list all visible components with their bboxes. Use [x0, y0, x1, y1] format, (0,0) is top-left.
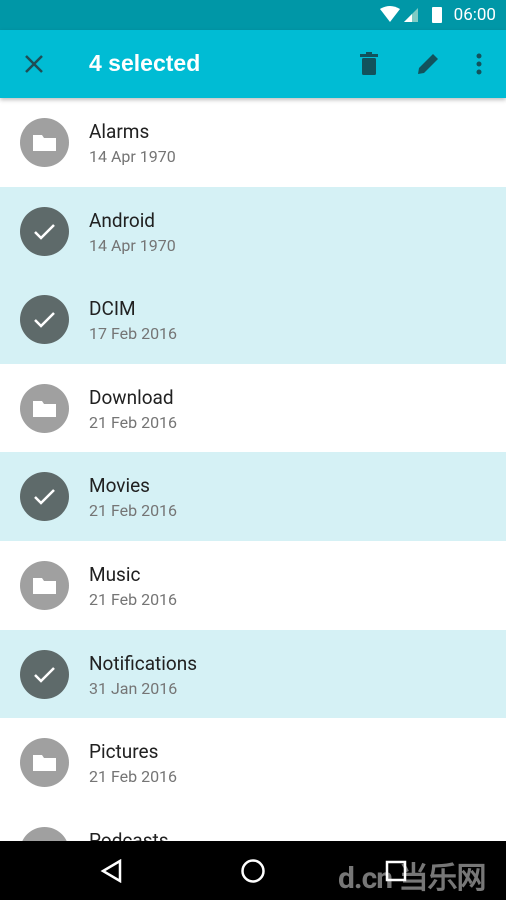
item-name: Notifications	[89, 651, 198, 675]
item-name: DCIM	[89, 297, 136, 321]
back-icon[interactable]	[100, 859, 124, 883]
item-name: Download	[89, 385, 174, 409]
folder-icon	[33, 400, 56, 417]
item-date: 21 Feb 2016	[89, 767, 178, 787]
edit-icon[interactable]	[416, 52, 440, 76]
page-title: 4 selected	[89, 50, 201, 76]
item-avatar[interactable]	[20, 118, 69, 167]
selection-app-bar: 4 selected	[0, 30, 506, 98]
delete-icon[interactable]	[359, 52, 379, 76]
item-name: Alarms	[89, 120, 150, 143]
item-avatar[interactable]	[20, 383, 69, 433]
check-icon	[34, 312, 55, 328]
clock: 06:00	[453, 5, 496, 25]
item-name: Android	[89, 208, 156, 232]
folder-icon	[33, 577, 56, 594]
item-avatar[interactable]	[20, 472, 69, 522]
navigation-bar: d.cn 当乐网	[0, 841, 506, 900]
watermark-logo: d.cn 当乐网	[338, 861, 486, 896]
more-vert-icon[interactable]	[474, 52, 484, 76]
check-icon	[34, 223, 55, 240]
folder-icon	[33, 755, 56, 772]
recents-icon[interactable]	[385, 860, 407, 882]
check-icon	[34, 489, 55, 506]
list-item[interactable]: Download 21 Feb 2016	[0, 364, 506, 453]
battery-icon	[432, 7, 442, 23]
item-date: 14 Apr 1970	[89, 147, 176, 166]
item-date: 21 Feb 2016	[89, 501, 178, 521]
item-avatar[interactable]	[20, 206, 69, 256]
list-item[interactable]: Music 21 Feb 2016	[0, 541, 506, 630]
home-icon[interactable]	[240, 858, 266, 884]
item-date: 21 Feb 2016	[89, 589, 178, 609]
item-date: 14 Apr 1970	[89, 235, 176, 255]
folder-icon	[33, 135, 56, 151]
item-date: 21 Feb 2016	[89, 412, 178, 432]
item-avatar[interactable]	[20, 738, 69, 788]
item-avatar[interactable]	[20, 560, 69, 610]
check-icon	[34, 666, 55, 683]
list-item[interactable]: DCIM 17 Feb 2016	[0, 275, 506, 364]
close-icon[interactable]	[24, 54, 44, 74]
status-bar: 06:00	[0, 0, 506, 30]
list-item[interactable]: Android 14 Apr 1970	[0, 186, 506, 276]
item-avatar[interactable]	[20, 649, 69, 699]
list-item[interactable]: Alarms 14 Apr 1970	[0, 98, 506, 187]
list-item[interactable]: Movies 21 Feb 2016	[0, 452, 506, 541]
list-item[interactable]: Notifications 31 Jan 2016	[0, 629, 506, 719]
item-name: Music	[89, 562, 141, 586]
status-icons	[380, 6, 442, 23]
item-avatar[interactable]	[20, 295, 69, 345]
wifi-icon	[380, 6, 400, 22]
item-name: Pictures	[89, 740, 159, 764]
folder-list: Alarms 14 Apr 1970 Android 14 Apr 1970 DCIM 1…	[0, 98, 506, 895]
item-date: 31 Jan 2016	[89, 678, 178, 698]
item-date: 17 Feb 2016	[89, 324, 178, 344]
list-item[interactable]: Pictures 21 Feb 2016	[0, 718, 506, 807]
item-name: Movies	[89, 474, 150, 498]
